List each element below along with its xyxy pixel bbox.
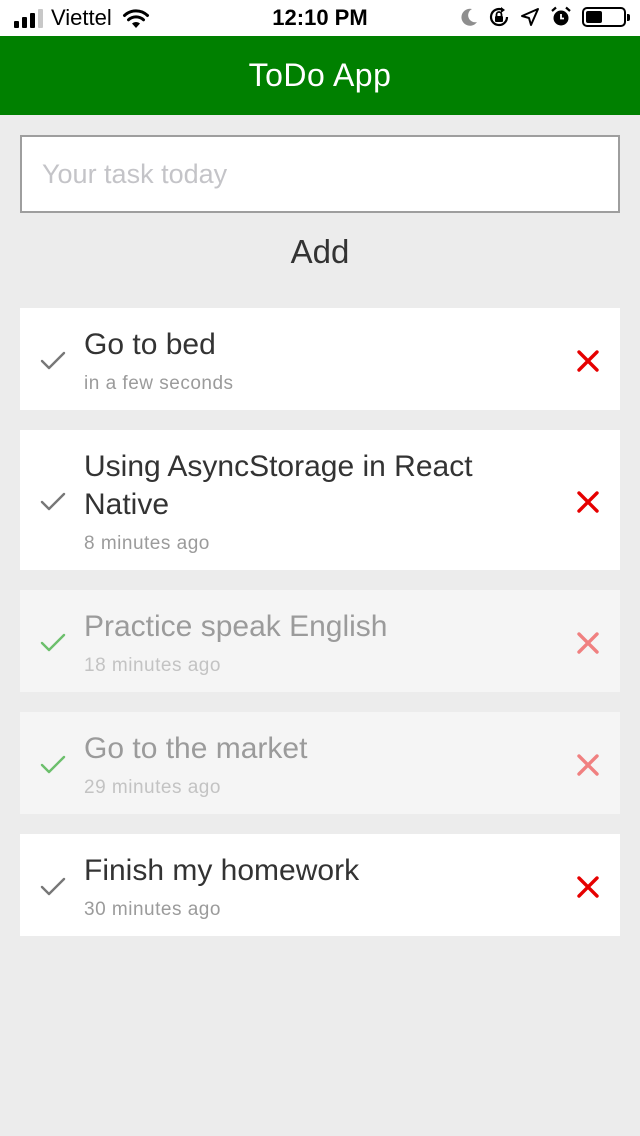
task-item[interactable]: Go to bed in a few seconds (20, 308, 620, 410)
delete-icon[interactable] (576, 753, 600, 777)
battery-level (586, 11, 602, 23)
app-title: ToDo App (248, 57, 392, 93)
moon-icon (461, 8, 477, 26)
task-time: in a few seconds (84, 373, 234, 394)
rotation-lock-icon (489, 7, 509, 27)
delete-icon[interactable] (576, 631, 600, 655)
task-time: 18 minutes ago (84, 655, 221, 676)
location-icon (521, 8, 539, 26)
task-title: Finish my homework (84, 854, 360, 887)
checkmark-icon[interactable] (40, 350, 66, 372)
delete-icon[interactable] (576, 490, 600, 514)
checkmark-icon[interactable] (40, 491, 66, 513)
delete-icon[interactable] (576, 875, 600, 899)
task-time: 29 minutes ago (84, 777, 221, 798)
alarm-icon (551, 6, 571, 26)
task-time: 8 minutes ago (84, 533, 210, 554)
add-button[interactable]: Add (220, 224, 420, 280)
task-title: Using AsyncStorage in React Native (84, 450, 473, 521)
status-bar: Viettel 12:10 PM (0, 0, 640, 36)
task-item[interactable]: Go to the market 29 minutes ago (20, 712, 620, 814)
app-header: ToDo App (0, 36, 640, 115)
task-item[interactable]: Practice speak English 18 minutes ago (20, 590, 620, 692)
checkmark-icon[interactable] (40, 632, 66, 654)
task-item[interactable]: Using AsyncStorage in React Native 8 minu… (20, 430, 620, 570)
task-time: 30 minutes ago (84, 899, 221, 920)
battery-icon (582, 7, 630, 27)
checkmark-icon[interactable] (40, 754, 66, 776)
delete-icon[interactable] (576, 349, 600, 373)
status-right (460, 6, 630, 28)
task-title: Go to bed (84, 328, 216, 361)
task-list: Go to bed in a few seconds Using AsyncStor… (20, 308, 620, 956)
task-item[interactable]: Finish my homework 30 minutes ago (20, 834, 620, 936)
task-input[interactable] (20, 135, 620, 213)
task-title: Practice speak English (84, 610, 388, 643)
task-title: Go to the market (84, 732, 308, 765)
checkmark-icon[interactable] (40, 876, 66, 898)
